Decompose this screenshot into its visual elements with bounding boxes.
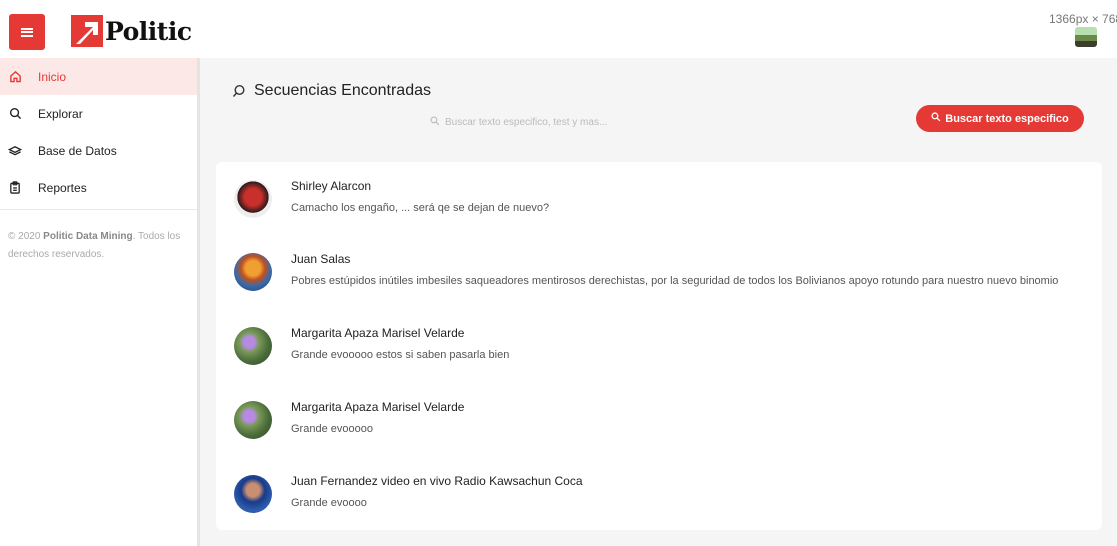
- user-avatar[interactable]: [1075, 27, 1097, 47]
- hamburger-icon: [21, 27, 33, 37]
- clipboard-icon: [8, 181, 22, 195]
- result-author: Juan Fernandez video en vivo Radio Kawsa…: [291, 474, 583, 488]
- result-text: Grande evooooo: [291, 423, 373, 435]
- search-icon: [8, 107, 22, 121]
- copyright: © 2020 Politic Data Mining. Todos los de…: [8, 231, 181, 260]
- copyright-brand: Politic Data Mining: [43, 231, 133, 242]
- avatar: [234, 180, 272, 218]
- screen-size-label: 1366px × 768px: [1049, 12, 1117, 26]
- list-item[interactable]: Margarita Apaza Marisel Velarde Grande e…: [216, 383, 1102, 453]
- sidebar-item-label: Explorar: [38, 106, 83, 121]
- sidebar: Inicio Explorar Base de Datos Reportes ©…: [0, 58, 200, 546]
- sidebar-item-explorar[interactable]: Explorar: [0, 95, 197, 132]
- layers-icon: [8, 144, 22, 158]
- top-bar: Politic 1366px × 768px: [0, 0, 1117, 58]
- search-input[interactable]: Buscar texto especifico, test y mas...: [430, 116, 607, 129]
- page-title-text: Secuencias Encontradas: [254, 82, 431, 99]
- sidebar-item-label: Reportes: [38, 180, 87, 195]
- avatar: [234, 327, 272, 365]
- avatar: [234, 253, 272, 291]
- results-card: Shirley Alarcon Camacho los engaño, ... …: [216, 162, 1102, 530]
- search-button[interactable]: Buscar texto especifico: [916, 105, 1084, 132]
- sidebar-item-label: Inicio: [38, 69, 67, 84]
- list-item[interactable]: Juan Fernandez video en vivo Radio Kawsa…: [216, 457, 1102, 527]
- logo-text: Politic: [105, 16, 192, 46]
- search-icon: [430, 116, 440, 129]
- sequence-search-icon: [232, 84, 246, 98]
- avatar: [234, 475, 272, 513]
- search-icon: [931, 112, 941, 125]
- result-text: Grande evooooo estos si saben pasarla bi…: [291, 349, 510, 361]
- search-placeholder: Buscar texto especifico, test y mas...: [445, 117, 608, 128]
- home-icon: [8, 70, 22, 84]
- result-author: Margarita Apaza Marisel Velarde: [291, 400, 465, 414]
- sidebar-item-label: Base de Datos: [38, 143, 117, 158]
- result-author: Margarita Apaza Marisel Velarde: [291, 326, 465, 340]
- sidebar-item-reportes[interactable]: Reportes: [0, 169, 197, 206]
- logo-arrow-icon: [71, 15, 103, 47]
- menu-button[interactable]: [9, 14, 45, 50]
- list-item[interactable]: Margarita Apaza Marisel Velarde Grande e…: [216, 309, 1102, 379]
- result-author: Shirley Alarcon: [291, 179, 372, 193]
- list-item[interactable]: Shirley Alarcon Camacho los engaño, ... …: [216, 162, 1102, 232]
- logo[interactable]: Politic: [71, 15, 192, 47]
- search-button-label: Buscar texto especifico: [945, 112, 1069, 125]
- avatar: [234, 401, 272, 439]
- result-text: Grande evoooo: [291, 497, 367, 509]
- sidebar-item-inicio[interactable]: Inicio: [0, 58, 197, 95]
- result-author: Juan Salas: [291, 252, 351, 266]
- result-text: Camacho los engaño, ... será qe se dejan…: [291, 202, 550, 214]
- sidebar-item-base-de-datos[interactable]: Base de Datos: [0, 132, 197, 169]
- list-item[interactable]: Juan Salas Pobres estúpidos inútiles imb…: [216, 235, 1102, 305]
- page-title: Secuencias Encontradas: [232, 82, 431, 100]
- result-text: Pobres estúpidos inútiles imbesiles saqu…: [291, 275, 1059, 287]
